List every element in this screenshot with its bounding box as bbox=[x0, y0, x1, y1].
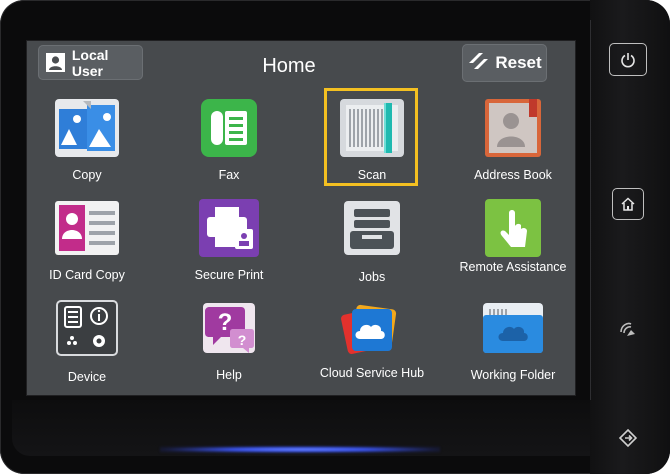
power-button[interactable] bbox=[609, 43, 647, 76]
reset-label: Reset bbox=[495, 53, 542, 72]
address-book-icon bbox=[485, 99, 541, 157]
help-icon: ? ? bbox=[203, 303, 255, 353]
app-label: Help bbox=[216, 368, 242, 382]
home-button[interactable] bbox=[612, 188, 644, 220]
app-label: Cloud Service Hub bbox=[319, 366, 425, 380]
app-copy[interactable]: Copy bbox=[32, 93, 142, 191]
jobs-icon bbox=[344, 201, 400, 255]
selection-highlight bbox=[324, 88, 418, 186]
svg-text:?: ? bbox=[238, 332, 247, 348]
remote-assistance-icon bbox=[485, 199, 541, 257]
page-title: Home bbox=[262, 55, 316, 77]
app-help[interactable]: ? ? Help bbox=[174, 293, 284, 391]
cloud-service-hub-icon bbox=[341, 304, 397, 354]
local-user-label: Local User bbox=[71, 46, 109, 79]
nfc-icon bbox=[620, 322, 635, 336]
app-label: Fax bbox=[218, 168, 240, 182]
reset-icon bbox=[467, 51, 489, 76]
app-jobs[interactable]: Jobs bbox=[317, 193, 427, 291]
app-label: Address Book bbox=[474, 168, 552, 182]
copy-icon bbox=[55, 99, 119, 157]
navigation-icon[interactable] bbox=[618, 428, 638, 448]
status-light-strip bbox=[160, 446, 440, 453]
app-label: ID Card Copy bbox=[49, 268, 125, 282]
secure-print-icon bbox=[199, 199, 259, 257]
top-bar: Local User Home Reset bbox=[27, 41, 575, 91]
local-user-button[interactable]: Local User bbox=[38, 45, 143, 80]
id-card-icon bbox=[55, 201, 119, 255]
app-fax[interactable]: Fax bbox=[174, 93, 284, 191]
app-label: Working Folder bbox=[470, 368, 556, 382]
app-label: Device bbox=[67, 370, 107, 384]
fax-icon bbox=[201, 99, 257, 157]
reset-button[interactable]: Reset bbox=[462, 44, 547, 82]
home-icon bbox=[621, 197, 635, 211]
power-icon bbox=[621, 52, 635, 67]
device-icon bbox=[56, 300, 118, 356]
working-folder-icon bbox=[483, 303, 543, 353]
printer-panel: Local User Home Reset Copy Fax Scan Addr… bbox=[0, 0, 670, 474]
user-icon bbox=[46, 53, 65, 72]
app-device[interactable]: Device bbox=[32, 293, 142, 391]
app-label: Copy bbox=[72, 168, 102, 182]
app-label: Jobs bbox=[358, 270, 386, 284]
app-secure-print[interactable]: Secure Print bbox=[174, 193, 284, 291]
touch-screen: Local User Home Reset Copy Fax Scan Addr… bbox=[26, 40, 576, 396]
app-working-folder[interactable]: Working Folder bbox=[458, 293, 568, 391]
app-id-card-copy[interactable]: ID Card Copy bbox=[32, 193, 142, 291]
app-cloud-service-hub[interactable]: Cloud Service Hub bbox=[317, 293, 427, 391]
app-label: Remote Assistance bbox=[459, 260, 567, 274]
bezel-divider bbox=[590, 20, 591, 400]
app-label: Secure Print bbox=[194, 268, 264, 282]
app-address-book[interactable]: Address Book bbox=[458, 93, 568, 191]
app-remote-assistance[interactable]: Remote Assistance bbox=[458, 193, 568, 291]
